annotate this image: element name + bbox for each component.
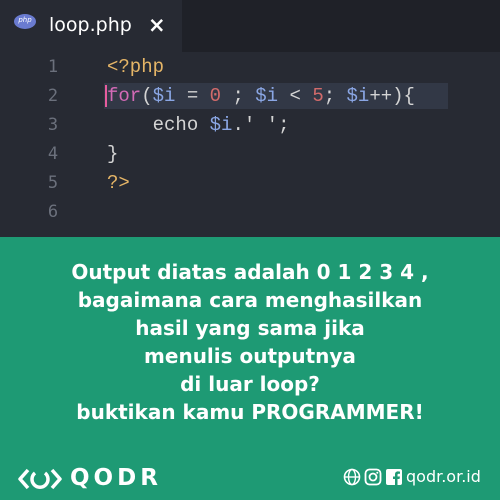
code-text: for($i = 0 ; $i < 5; $i++){	[107, 85, 415, 107]
message-line: menulis outputnya	[144, 344, 356, 368]
message-line: buktikan kamu PROGRAMMER!	[76, 400, 424, 424]
message-line: di luar loop?	[180, 372, 320, 396]
question-message: Output diatas adalah 0 1 2 3 4 , bagaima…	[0, 258, 500, 426]
code-text: ?>	[107, 172, 130, 194]
file-tab[interactable]: php loop.php ×	[0, 0, 182, 52]
line-number: 5	[47, 173, 59, 193]
message-line: hasil yang sama jika	[135, 316, 365, 340]
code-text: }	[107, 143, 119, 165]
code-line: 5 ?>	[0, 170, 500, 198]
instagram-icon[interactable]	[364, 468, 382, 486]
facebook-icon[interactable]	[385, 468, 403, 486]
code-text: echo $i.' ';	[152, 114, 290, 136]
close-icon[interactable]: ×	[148, 13, 166, 37]
line-number: 4	[47, 144, 59, 164]
line-number: 1	[47, 57, 59, 77]
line-number: 6	[47, 202, 59, 222]
message-line: Output diatas adalah 0 1 2 3 4 ,	[71, 260, 429, 284]
code-text: <?php	[107, 56, 165, 78]
code-line: 6	[0, 199, 500, 227]
php-file-icon: php	[14, 14, 36, 29]
code-line: 3 echo $i.' ';	[0, 112, 500, 140]
code-line: 1 <?php	[0, 54, 500, 82]
code-area[interactable]: 1 <?php 2 for($i = 0 ; $i < 5; $i++){ 3 …	[0, 52, 500, 237]
line-number: 2	[47, 86, 59, 106]
message-line: bagaimana cara menghasilkan	[77, 288, 423, 312]
qodr-logo-icon	[18, 468, 62, 490]
globe-icon[interactable]	[343, 468, 361, 486]
brand-name: QODR	[70, 465, 162, 491]
code-line: 2 for($i = 0 ; $i < 5; $i++){	[0, 83, 500, 111]
tab-bar: php loop.php ×	[0, 0, 500, 52]
website-link[interactable]: qodr.or.id	[406, 467, 481, 486]
line-number: 3	[47, 115, 59, 135]
code-editor: php loop.php × 1 <?php 2 for($i = 0 ; $i…	[0, 0, 500, 237]
code-line: 4 }	[0, 141, 500, 169]
tab-title: loop.php	[49, 14, 132, 36]
